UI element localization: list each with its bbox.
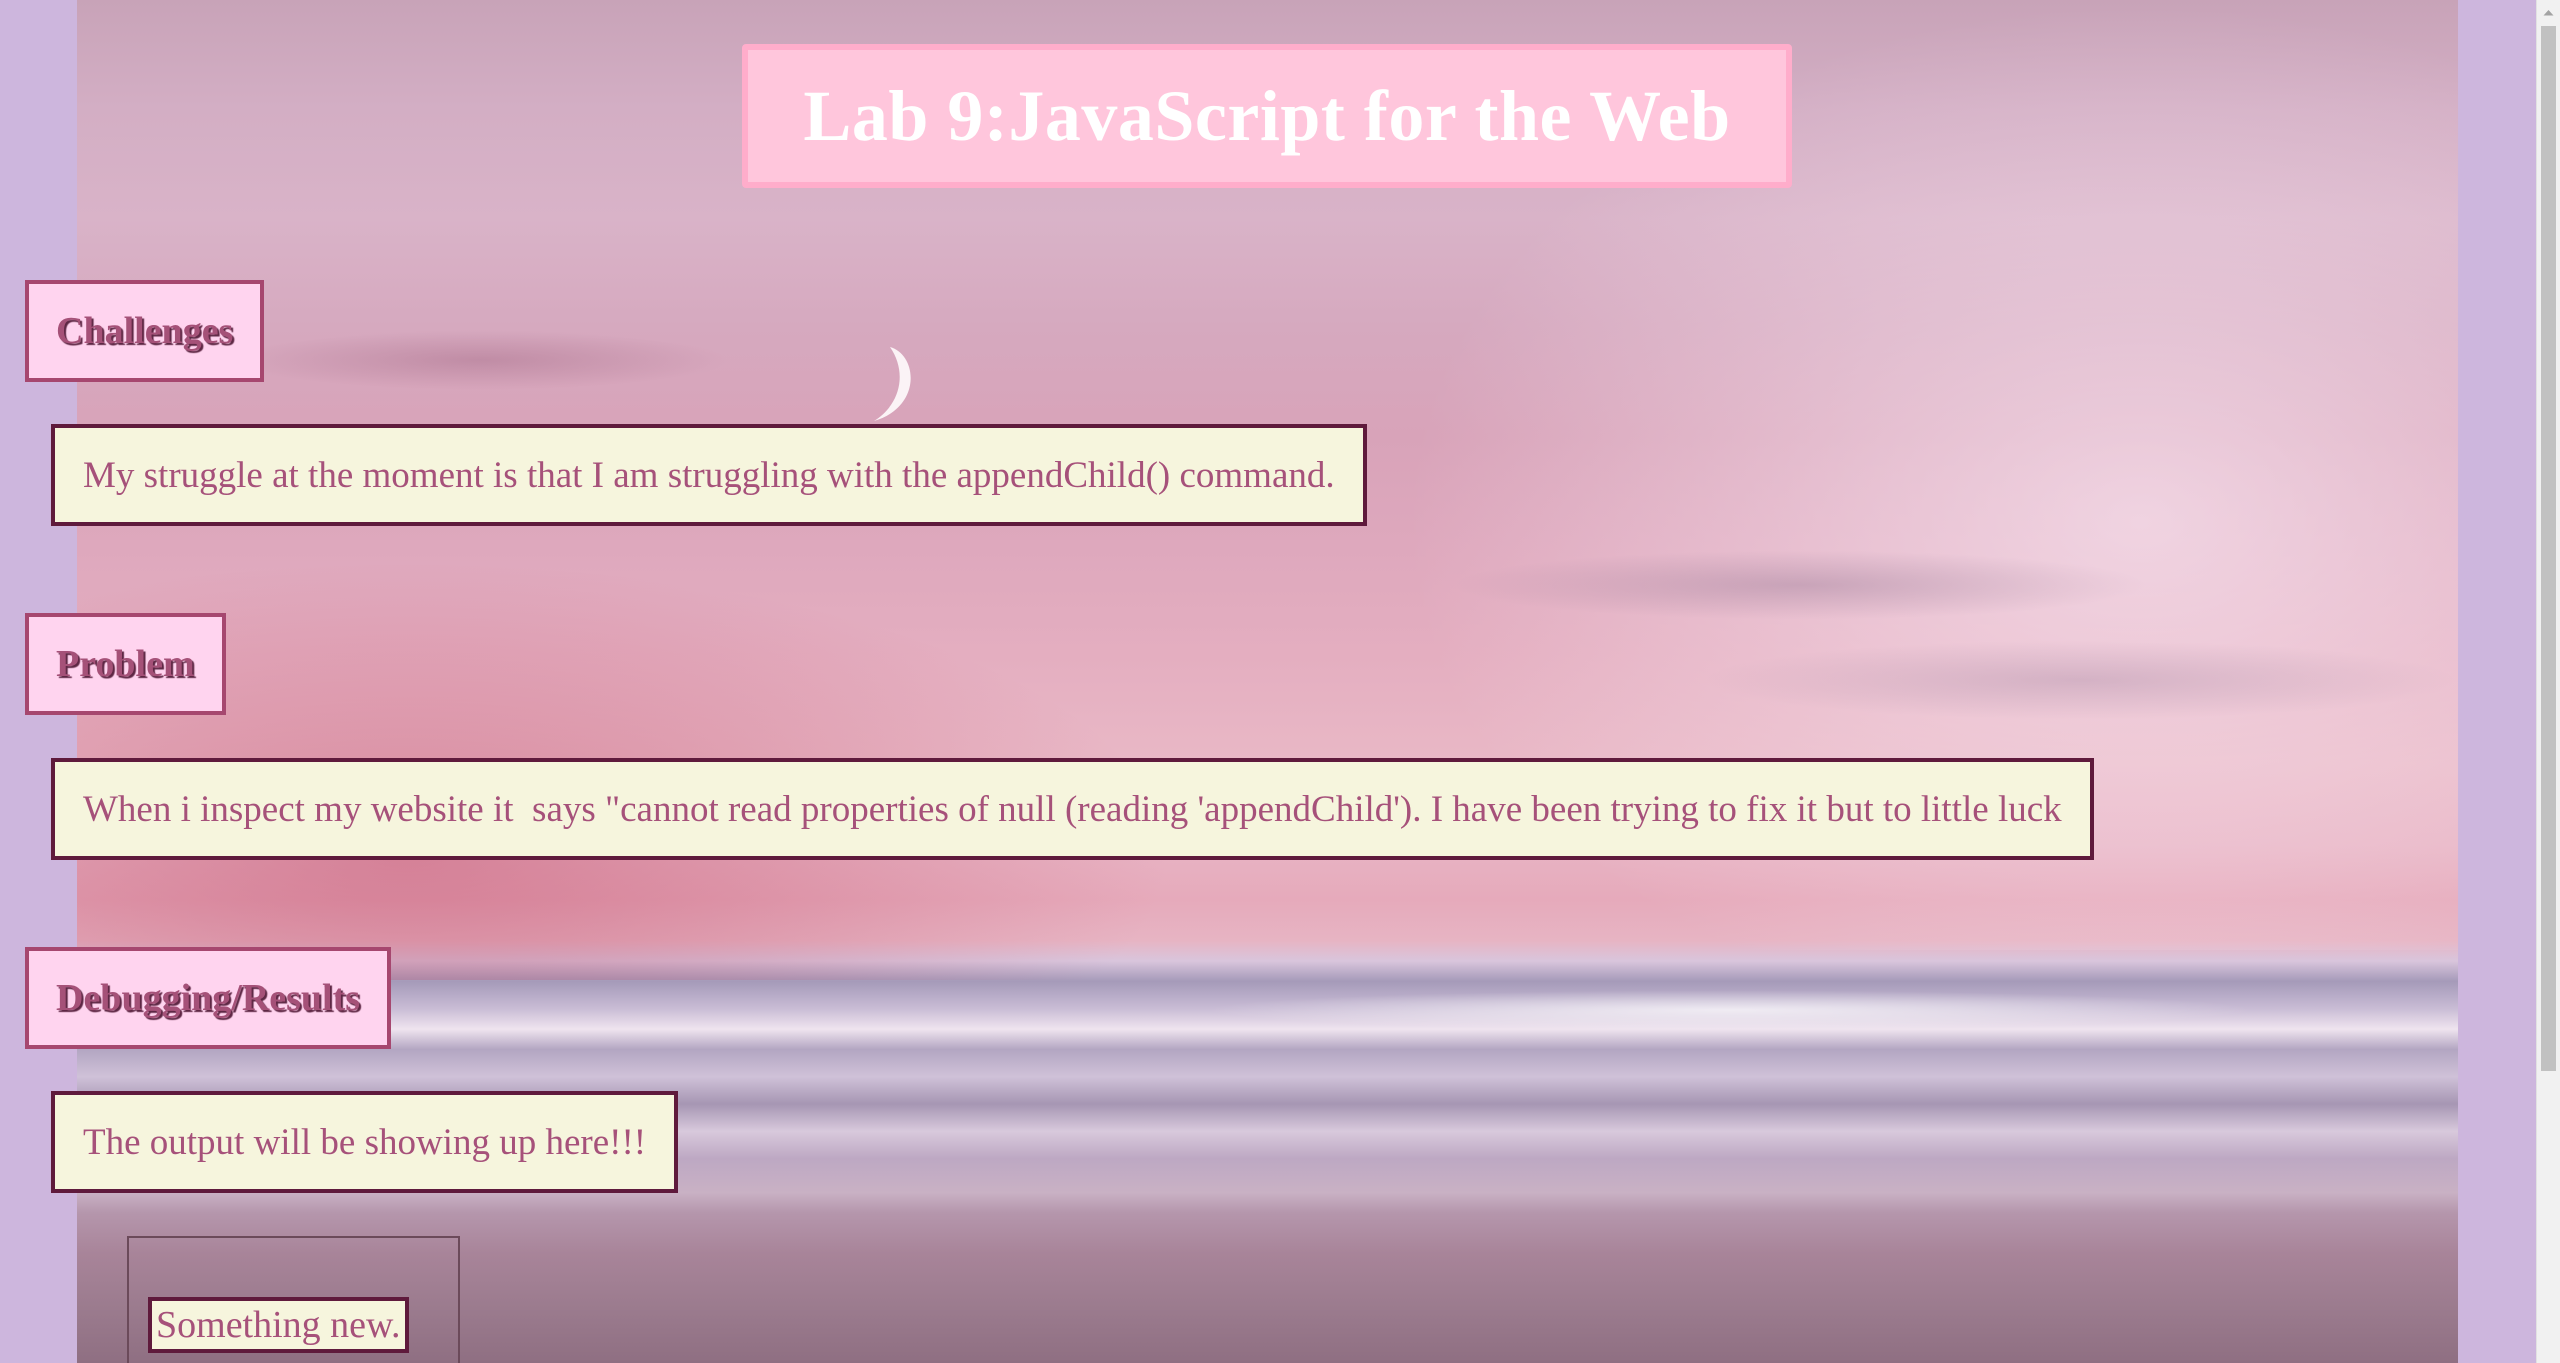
section-heading-debugging: Debugging/Results	[25, 947, 392, 1049]
section-heading-label: Problem	[56, 643, 195, 685]
page-viewport: Lab 9:JavaScript for the Web Challenges …	[0, 0, 2560, 1363]
section-heading-label: Challenges	[56, 310, 234, 352]
section-heading-label: Debugging/Results	[56, 977, 361, 1019]
section-text-problem: When i inspect my website it says "canno…	[51, 758, 2094, 860]
section-text-debugging: The output will be showing up here!!!	[51, 1091, 679, 1193]
section-heading-problem: Problem	[25, 613, 226, 715]
section-text: When i inspect my website it says "canno…	[83, 788, 2062, 830]
background-cloud	[230, 330, 730, 390]
section-text: My struggle at the moment is that I am s…	[83, 454, 1335, 496]
background-wave	[1200, 990, 2260, 1030]
background-cloud	[1450, 550, 2150, 620]
scroll-up-arrow-icon[interactable]	[2537, 0, 2560, 24]
section-text-challenges: My struggle at the moment is that I am s…	[51, 424, 1367, 526]
crescent-moon-icon	[874, 347, 911, 421]
scrollbar-thumb[interactable]	[2541, 26, 2556, 1071]
vertical-scrollbar[interactable]	[2536, 0, 2560, 1363]
section-heading-challenges: Challenges	[25, 280, 265, 382]
background-cloud	[1700, 640, 2460, 720]
page-title-banner: Lab 9:JavaScript for the Web	[742, 44, 1792, 188]
output-item: Something new.	[148, 1297, 409, 1353]
section-text: The output will be showing up here!!!	[83, 1121, 647, 1163]
output-item-text: Something new.	[156, 1304, 401, 1346]
page-title: Lab 9:JavaScript for the Web	[803, 75, 1731, 156]
